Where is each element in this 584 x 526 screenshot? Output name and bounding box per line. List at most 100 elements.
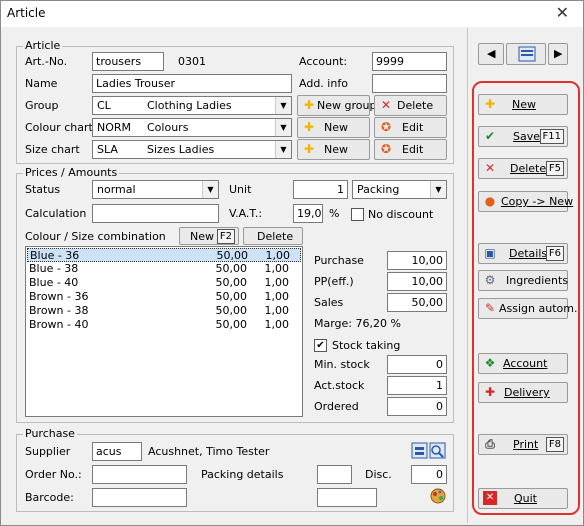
- delivery-icon: ✚: [484, 385, 496, 399]
- ordered-input[interactable]: 0: [387, 397, 447, 416]
- supplier-label: Supplier: [25, 445, 71, 458]
- sidebar-ingredients-label: Ingredients: [506, 274, 569, 287]
- act-stock-input[interactable]: 1: [387, 376, 447, 395]
- chevron-down-icon[interactable]: ▼: [275, 97, 291, 114]
- barcode-input[interactable]: [92, 488, 187, 507]
- chevron-down-icon[interactable]: ▼: [275, 141, 291, 158]
- colour-code: NORM: [97, 121, 132, 134]
- calculation-input[interactable]: [92, 204, 219, 223]
- discount-input[interactable]: 0: [411, 465, 447, 484]
- group-select[interactable]: CL Clothing Ladies ▼: [92, 96, 292, 115]
- checkmark-icon: ✔: [484, 129, 496, 143]
- sidebar-delivery-button[interactable]: ✚ Delivery: [478, 382, 568, 403]
- sidebar-quit-button[interactable]: ✕ Quit: [478, 488, 568, 509]
- size-chart-label: Size chart: [25, 143, 80, 156]
- size-chart-select[interactable]: SLA Sizes Ladies ▼: [92, 140, 292, 159]
- delete-group-label: Delete: [397, 99, 434, 112]
- combination-qty: 1,00: [264, 304, 290, 317]
- combination-name: Brown - 36: [29, 290, 89, 303]
- combination-name: Brown - 38: [29, 304, 89, 317]
- supplier-input[interactable]: acus: [92, 442, 142, 461]
- combination-name: Blue - 38: [29, 262, 79, 275]
- chevron-down-icon[interactable]: ▼: [430, 181, 446, 198]
- chevron-down-icon[interactable]: ▼: [275, 119, 291, 136]
- new-group-button[interactable]: ✚ New group: [297, 95, 376, 116]
- edit-size-button[interactable]: ✪ Edit: [374, 139, 447, 160]
- combination-price: 50,00: [215, 276, 248, 289]
- new-colour-button[interactable]: ✚ New: [297, 117, 370, 138]
- edit-icon: ✪: [380, 120, 392, 134]
- combination-price: 50,00: [215, 290, 248, 303]
- sidebar-print-label: Print: [513, 438, 539, 451]
- sales-price-label: Sales: [314, 296, 344, 309]
- sidebar-details-button[interactable]: ▣ Details F6: [478, 243, 568, 264]
- order-no-input[interactable]: [92, 465, 187, 484]
- list-item[interactable]: Brown - 38 50,00 1,00: [27, 304, 301, 318]
- chevron-down-icon[interactable]: ▼: [202, 181, 218, 198]
- status-select[interactable]: normal ▼: [92, 180, 219, 199]
- list-view-button[interactable]: [506, 43, 546, 65]
- combination-name: Blue - 40: [29, 276, 79, 289]
- colour-chart-select[interactable]: NORM Colours ▼: [92, 118, 292, 137]
- status-value: normal: [97, 183, 136, 196]
- sidebar-account-label: Account: [503, 357, 548, 370]
- wand-icon: ✎: [484, 301, 496, 315]
- barcode-generate-icon[interactable]: [429, 487, 447, 505]
- new-size-button[interactable]: ✚ New: [297, 139, 370, 160]
- delete-group-button[interactable]: ✕ Delete: [374, 95, 447, 116]
- unit-input[interactable]: 1: [293, 180, 348, 199]
- combination-new-key: F2: [216, 229, 235, 244]
- next-record-button[interactable]: ▶: [548, 43, 568, 65]
- packing-details-input[interactable]: [317, 465, 352, 484]
- unit-label: Unit: [229, 183, 252, 196]
- unit-type-select[interactable]: Packing ▼: [352, 180, 447, 199]
- purchase-price-input[interactable]: 10,00: [387, 251, 447, 270]
- discount-label: Disc.: [365, 468, 392, 481]
- sidebar-new-button[interactable]: ✚ New: [478, 94, 568, 115]
- barcode-label: Barcode:: [25, 491, 74, 504]
- addinfo-input[interactable]: [372, 74, 447, 93]
- account-input[interactable]: 9999: [372, 52, 447, 71]
- combination-list[interactable]: Blue - 36 50,00 1,00 Blue - 38 50,00 1,0…: [25, 246, 303, 417]
- sidebar-copy-button[interactable]: ● Copy -> New: [478, 191, 573, 212]
- edit-colour-button[interactable]: ✪ Edit: [374, 117, 447, 138]
- supplier-lookup-icon[interactable]: [411, 442, 447, 460]
- vat-input[interactable]: 19,0: [293, 204, 323, 223]
- previous-record-button[interactable]: ◀: [478, 43, 504, 65]
- list-item[interactable]: Brown - 40 50,00 1,00: [27, 318, 301, 332]
- list-item[interactable]: Blue - 40 50,00 1,00: [27, 276, 301, 290]
- sales-price-input[interactable]: 50,00: [387, 293, 447, 312]
- name-input[interactable]: Ladies Trouser: [92, 74, 292, 93]
- sidebar-print-button[interactable]: ⎙ Print F8: [478, 434, 568, 455]
- ppeff-input[interactable]: 10,00: [387, 272, 447, 291]
- details-icon: ▣: [484, 246, 496, 260]
- artno-code: 0301: [178, 55, 206, 68]
- barcode-extra-input[interactable]: [317, 488, 377, 507]
- list-item[interactable]: Brown - 36 50,00 1,00: [27, 290, 301, 304]
- sidebar-assign-button[interactable]: ✎ Assign autom.: [478, 298, 577, 319]
- min-stock-input[interactable]: 0: [387, 355, 447, 374]
- close-icon[interactable]: ✕: [556, 3, 569, 22]
- arrow-left-icon: ◀: [487, 47, 496, 60]
- sidebar-delete-button[interactable]: ✕ Delete F5: [478, 158, 568, 179]
- combination-qty: 1,00: [265, 249, 291, 262]
- packing-details-label: Packing details: [201, 468, 284, 481]
- sidebar-save-key: F11: [539, 129, 564, 144]
- sidebar-ingredients-button[interactable]: ⚙ Ingredients: [478, 270, 568, 291]
- sidebar-account-button[interactable]: ❖ Account: [478, 353, 568, 374]
- sidebar-save-button[interactable]: ✔ Save F11: [478, 126, 568, 147]
- combination-delete-button[interactable]: Delete: [243, 227, 303, 245]
- list-item[interactable]: Blue - 38 50,00 1,00: [27, 262, 301, 276]
- sidebar-save-label: Save: [513, 130, 541, 143]
- purchase-legend: Purchase: [23, 427, 77, 440]
- group-name: Clothing Ladies: [147, 99, 232, 112]
- stock-taking-checkbox[interactable]: ✔: [314, 339, 327, 352]
- sidebar-print-key: F8: [545, 437, 564, 452]
- artno-input[interactable]: trousers: [92, 52, 164, 71]
- article-legend: Article: [23, 39, 63, 52]
- no-discount-checkbox[interactable]: [351, 208, 364, 221]
- combination-new-button[interactable]: New F2: [179, 227, 239, 245]
- order-no-label: Order No.:: [25, 468, 82, 481]
- list-item[interactable]: Blue - 36 50,00 1,00: [27, 248, 301, 262]
- group-label: Group: [25, 99, 59, 112]
